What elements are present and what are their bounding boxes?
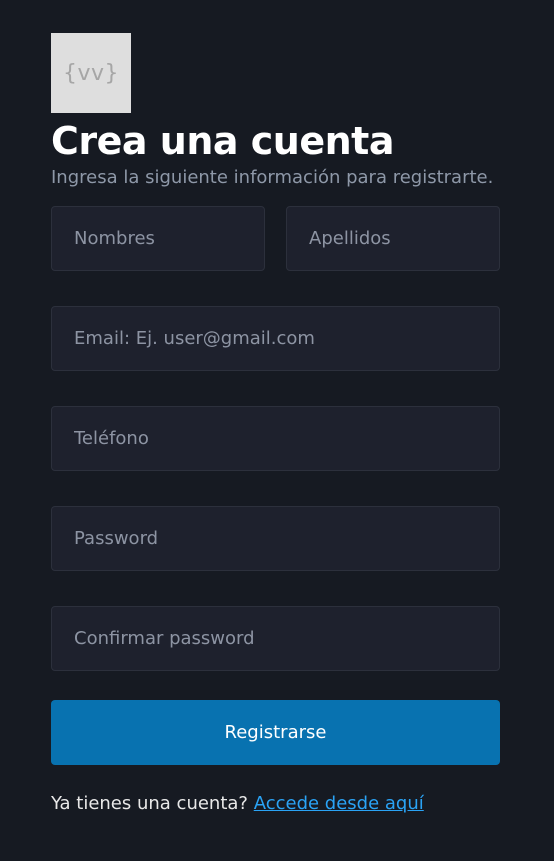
login-prompt-text: Ya tienes una cuenta? bbox=[51, 793, 248, 814]
register-button[interactable]: Registrarse bbox=[51, 700, 500, 765]
register-page: {vv} Crea una cuenta Ingresa la siguient… bbox=[0, 0, 554, 861]
last-name-input[interactable] bbox=[286, 206, 500, 271]
email-input[interactable] bbox=[51, 306, 500, 371]
register-form: Registrarse bbox=[51, 206, 500, 765]
phone-input[interactable] bbox=[51, 406, 500, 471]
password-input[interactable] bbox=[51, 506, 500, 571]
first-name-input[interactable] bbox=[51, 206, 265, 271]
page-title: Crea una cuenta bbox=[51, 119, 394, 163]
logo: {vv} bbox=[51, 33, 131, 113]
name-row bbox=[51, 206, 500, 271]
login-prompt: Ya tienes una cuenta? Accede desde aquí bbox=[51, 792, 500, 816]
page-subtitle: Ingresa la siguiente información para re… bbox=[51, 167, 494, 188]
logo-text: {vv} bbox=[62, 60, 120, 86]
login-link[interactable]: Accede desde aquí bbox=[254, 793, 424, 814]
confirm-password-input[interactable] bbox=[51, 606, 500, 671]
